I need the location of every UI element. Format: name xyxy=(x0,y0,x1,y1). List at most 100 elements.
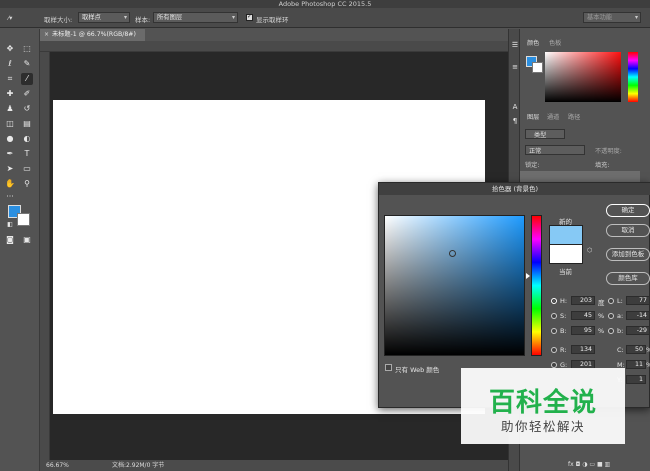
history-brush-icon[interactable]: ↺ xyxy=(21,103,33,115)
red-radio[interactable] xyxy=(551,347,557,353)
a-channel-label: a: xyxy=(617,312,624,320)
sample-label: 样本: xyxy=(135,16,151,24)
tab-color[interactable]: 颜色 xyxy=(527,38,539,47)
web-colors-checkbox[interactable] xyxy=(385,364,392,371)
watermark-tagline: 助你轻松解决 xyxy=(500,419,585,434)
screen-mode-icon[interactable]: ▣ xyxy=(21,234,33,246)
horizontal-ruler xyxy=(40,41,508,52)
saturation-radio[interactable] xyxy=(551,313,557,319)
document-tab[interactable]: × 未标题-1 @ 66.7%(RGB/8#) xyxy=(40,29,145,41)
gamut-warning-icon[interactable]: ⬡ xyxy=(587,247,592,254)
tab-paths[interactable]: 路径 xyxy=(568,112,580,121)
sample-select[interactable]: 所有图层 xyxy=(153,12,238,23)
path-select-icon[interactable]: ➤ xyxy=(4,163,16,175)
cyan-unit: % xyxy=(646,346,650,354)
layer-actions-icons[interactable]: fx ◘ ◑ ▭ ■ ▥ xyxy=(568,461,610,468)
lightness-field[interactable]: 77 xyxy=(626,296,650,305)
saturation-label: S: xyxy=(560,312,567,320)
saturation-field[interactable]: 45 xyxy=(571,311,595,320)
tab-channels[interactable]: 通道 xyxy=(547,112,559,121)
hue-radio[interactable] xyxy=(551,298,557,304)
magenta-unit: % xyxy=(646,361,650,369)
layer-kind-filter[interactable]: 类型 xyxy=(525,129,565,139)
blur-tool-icon[interactable]: ● xyxy=(4,133,16,145)
eraser-tool-icon[interactable]: ◫ xyxy=(4,118,16,130)
healing-tool-icon[interactable]: ✚ xyxy=(4,88,16,100)
tab-swatches[interactable]: 色板 xyxy=(549,38,561,47)
hue-slider[interactable] xyxy=(531,215,542,356)
brightness-radio[interactable] xyxy=(551,328,557,334)
workspace-select[interactable]: 基本功能 xyxy=(583,12,641,23)
more-tools-icon[interactable]: ··· xyxy=(4,191,16,203)
shape-tool-icon[interactable]: ▭ xyxy=(21,163,33,175)
hue-field[interactable]: 203 xyxy=(571,296,595,305)
window-title: Adobe Photoshop CC 2015.5 xyxy=(0,0,650,8)
document-tab-label: 未标题-1 @ 66.7%(RGB/8#) xyxy=(52,31,136,38)
cancel-button[interactable]: 取消 xyxy=(606,224,650,237)
show-ring-checkbox[interactable] xyxy=(246,13,253,21)
layer-kind-filter-label: 类型 xyxy=(534,132,547,139)
brightness-field[interactable]: 95 xyxy=(571,326,595,335)
brush-tool-icon[interactable]: ✐ xyxy=(21,88,33,100)
zoom-level[interactable]: 66.67% xyxy=(46,460,69,471)
zoom-tool-icon[interactable]: ⚲ xyxy=(21,178,33,190)
close-tab-icon[interactable]: × xyxy=(44,29,49,41)
hand-tool-icon[interactable]: ✋ xyxy=(4,178,16,190)
brightness-label: B: xyxy=(560,327,567,335)
eyedropper-tool-icon[interactable]: ⁄ xyxy=(21,73,33,85)
background-color-swatch[interactable] xyxy=(17,213,30,226)
marquee-tool-icon[interactable]: ⬚ xyxy=(21,43,33,55)
blend-mode-label: 正常 xyxy=(529,148,542,155)
lightness-label: L: xyxy=(617,297,623,305)
opacity-label: 不透明度: xyxy=(595,148,622,155)
eyedropper-tool-icon[interactable]: ⁄▾ xyxy=(8,14,12,22)
default-colors-icon[interactable]: ◧ xyxy=(4,219,16,231)
color-cursor[interactable] xyxy=(449,250,456,257)
lightness-radio[interactable] xyxy=(608,298,614,304)
magenta-field[interactable]: 11 xyxy=(626,360,646,369)
blend-mode-select[interactable]: 正常 xyxy=(525,145,585,155)
color-libraries-button[interactable]: 颜色库 xyxy=(606,272,650,285)
dodge-tool-icon[interactable]: ◐ xyxy=(21,133,33,145)
red-label: R: xyxy=(560,346,567,354)
hue-label: H: xyxy=(560,297,568,305)
saturation-brightness-field[interactable] xyxy=(384,215,525,356)
red-field[interactable]: 134 xyxy=(571,345,595,354)
crop-tool-icon[interactable]: ⌗ xyxy=(4,73,16,85)
options-bar: ⁄▾ 取样大小: 取样点 样本: 所有图层 显示取样环 基本功能 xyxy=(0,8,650,28)
b-channel-label: b: xyxy=(617,327,624,335)
move-tool-icon[interactable]: ✥ xyxy=(4,43,16,55)
color-panel-field[interactable] xyxy=(545,52,621,102)
cyan-field[interactable]: 50 xyxy=(626,345,646,354)
color-panel-hue-slider[interactable] xyxy=(628,52,638,102)
watermark-badge: 百科全说 助你轻松解决 xyxy=(461,368,625,444)
dialog-title[interactable]: 拾色器 (背景色) xyxy=(379,183,650,195)
panel-background-swatch[interactable] xyxy=(532,62,543,73)
lock-label: 锁定: xyxy=(525,162,540,169)
lasso-tool-icon[interactable]: ℓ xyxy=(4,58,16,70)
yellow-field[interactable]: 1 xyxy=(626,375,646,384)
pen-tool-icon[interactable]: ✒ xyxy=(4,148,16,160)
toolbar: ✥ ⬚ ℓ ✎ ⌗ ⁄ ✚ ✐ ♟ ↺ ◫ ▤ ● ◐ ✒ T ➤ ▭ ✋ ⚲ … xyxy=(0,29,40,471)
add-to-swatches-button[interactable]: 添加到色板 xyxy=(606,248,650,261)
a-channel-field[interactable]: -14 xyxy=(626,311,650,320)
hue-unit: 度 xyxy=(598,299,605,307)
a-channel-radio[interactable] xyxy=(608,313,614,319)
quick-mask-icon[interactable]: ◙ xyxy=(4,234,16,246)
b-channel-field[interactable]: -29 xyxy=(626,326,650,335)
fill-label: 填充: xyxy=(595,162,610,169)
show-ring-label: 显示取样环 xyxy=(256,16,289,24)
gradient-tool-icon[interactable]: ▤ xyxy=(21,118,33,130)
ok-button[interactable]: 确定 xyxy=(606,204,650,217)
tab-layers[interactable]: 图层 xyxy=(527,112,539,121)
web-colors-label: 只有 Web 颜色 xyxy=(395,366,440,374)
quick-select-tool-icon[interactable]: ✎ xyxy=(21,58,33,70)
current-color-swatch[interactable] xyxy=(549,245,583,264)
stamp-tool-icon[interactable]: ♟ xyxy=(4,103,16,115)
type-tool-icon[interactable]: T xyxy=(21,148,33,160)
hue-slider-handle[interactable] xyxy=(526,273,530,279)
cyan-label: C: xyxy=(617,346,624,354)
vertical-ruler xyxy=(40,52,50,460)
sample-size-select[interactable]: 取样点 xyxy=(78,12,130,23)
b-channel-radio[interactable] xyxy=(608,328,614,334)
